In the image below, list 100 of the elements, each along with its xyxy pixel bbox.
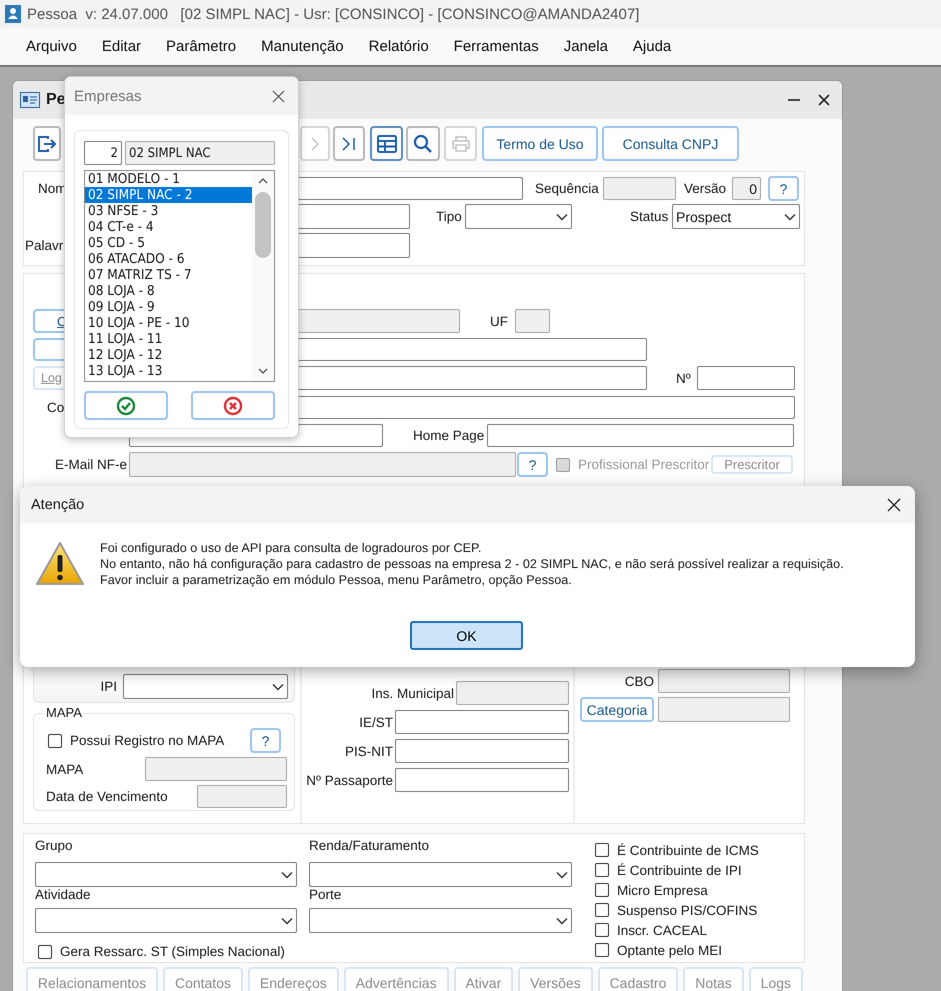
- close-icon[interactable]: [272, 90, 285, 102]
- checkbox[interactable]: [595, 843, 609, 857]
- cancel-button[interactable]: [191, 391, 275, 420]
- help-button[interactable]: ?: [517, 452, 548, 477]
- message-text: No entanto, não há configuração para cadastro de pessoas na empresa 2 - 02 SIMPL NAC, e não será possível realizar a requisição.: [100, 556, 844, 572]
- input-field[interactable]: [487, 424, 794, 447]
- card-icon: [20, 92, 40, 108]
- dropdown[interactable]: [309, 908, 572, 933]
- field-label: Co: [47, 400, 64, 415]
- toolbar-button[interactable]: [370, 126, 403, 161]
- input-field[interactable]: [395, 710, 569, 734]
- field-label: Grupo: [35, 838, 74, 853]
- field-label: IPI: [99, 679, 117, 694]
- toolbar-button[interactable]: [33, 126, 61, 161]
- message-text: Foi configurado o uso de API para consulta de logradouros por CEP.: [100, 540, 482, 556]
- field-label: PIS-NIT: [344, 744, 393, 758]
- checkbox-label: Inscr. CACEAL: [617, 922, 708, 938]
- checkbox-label: É Contribuinte de IPI: [617, 862, 742, 878]
- checkbox[interactable]: [48, 734, 62, 748]
- list-item[interactable]: 03 NFSE - 3: [85, 203, 252, 219]
- scrollbar[interactable]: [252, 171, 274, 381]
- list-item[interactable]: 08 LOJA - 8: [85, 283, 252, 299]
- list-item[interactable]: 06 ATACADO - 6: [85, 251, 252, 267]
- dropdown[interactable]: [465, 204, 572, 229]
- field-label: Data de Vencimento: [46, 789, 168, 804]
- list-item[interactable]: 12 LOJA - 12: [85, 347, 252, 363]
- dropdown[interactable]: Prospect: [672, 204, 800, 229]
- checkbox-label: Suspenso PIS/COFINS: [617, 902, 758, 918]
- scroll-thumb[interactable]: [255, 192, 271, 258]
- checkbox[interactable]: [595, 943, 609, 957]
- confirm-button[interactable]: [84, 391, 168, 420]
- cancel-icon: [223, 396, 243, 416]
- input-field[interactable]: [395, 739, 569, 763]
- warning-icon: [35, 541, 85, 587]
- close-icon[interactable]: [887, 498, 901, 512]
- field-label: IE/ST: [359, 714, 393, 730]
- chevron-icon: [556, 870, 568, 878]
- list-item[interactable]: 05 CD - 5: [85, 235, 252, 251]
- list-item[interactable]: 04 CT-e - 4: [85, 219, 252, 235]
- group-title: MAPA: [44, 705, 84, 720]
- field-label: Tipo: [436, 209, 463, 224]
- menu-item[interactable]: Parâmetro: [166, 38, 236, 55]
- checkbox-label: Micro Empresa: [617, 882, 708, 898]
- printer-icon: [450, 134, 470, 152]
- menu-item[interactable]: Arquivo: [26, 38, 77, 55]
- field-label: Nº Passaporte: [306, 772, 393, 788]
- exit-icon: [37, 134, 57, 152]
- chevron-down-icon[interactable]: [258, 368, 268, 375]
- input-field[interactable]: [395, 768, 569, 792]
- field-label: Atividade: [35, 887, 92, 902]
- category-button[interactable]: Categoria: [580, 697, 654, 722]
- field-label: MAPA: [46, 762, 84, 776]
- chevron-icon: [556, 212, 568, 220]
- dropdown[interactable]: [123, 674, 288, 699]
- chevron-up-icon[interactable]: [258, 177, 268, 184]
- input-field[interactable]: [697, 366, 795, 390]
- dropdown[interactable]: [309, 862, 572, 887]
- chevron-icon: [556, 916, 568, 924]
- dropdown[interactable]: [35, 862, 297, 887]
- menu-item[interactable]: Ferramentas: [454, 38, 539, 55]
- menu-item[interactable]: Editar: [102, 38, 142, 55]
- chevron-icon: [281, 916, 293, 924]
- ok-button[interactable]: OK: [410, 621, 523, 650]
- message-text: Favor incluir a parametrização em módulo Pessoa, menu Parâmetro, opção Pessoa.: [100, 572, 573, 588]
- checkbox[interactable]: [595, 863, 609, 877]
- field-label: Renda/Faturamento: [309, 838, 430, 853]
- checkbox[interactable]: [595, 903, 609, 917]
- field-label: UF: [490, 314, 509, 328]
- help-button[interactable]: ?: [250, 728, 281, 753]
- menu-item[interactable]: Janela: [564, 38, 608, 55]
- menu-item[interactable]: Manutenção: [261, 38, 344, 55]
- toolbar-button[interactable]: [333, 126, 365, 161]
- checkbox[interactable]: [595, 923, 609, 937]
- list-item[interactable]: 11 LOJA - 11: [85, 331, 252, 347]
- window-title: Pessoa v: 24.07.000 [02 SIMPL NAC] - Usr: [CONSINCO] - [CONSINCO@AMANDA2407]: [27, 6, 640, 22]
- toolbar-button[interactable]: Consulta CNPJ: [602, 126, 739, 161]
- list-item[interactable]: 07 MATRIZ TS - 7: [85, 267, 252, 283]
- menu-item[interactable]: Relatório: [368, 38, 429, 55]
- search-icon: [413, 134, 433, 154]
- dialog-title: Empresas: [74, 88, 142, 104]
- field-label: E-Mail NF-e: [54, 457, 127, 472]
- help-button[interactable]: ?: [768, 176, 799, 201]
- close-icon[interactable]: [818, 94, 830, 106]
- skip-to-end-icon: [341, 136, 357, 152]
- dropdown[interactable]: [35, 908, 297, 933]
- person-icon: [5, 5, 21, 23]
- checkbox[interactable]: [595, 883, 609, 897]
- checkbox-label: Possui Registro no MAPA: [70, 733, 224, 748]
- list-item[interactable]: 02 SIMPL NAC - 2: [85, 187, 252, 203]
- list-item[interactable]: 01 MODELO - 1: [85, 171, 252, 187]
- window-title: Pe: [46, 91, 66, 109]
- toolbar-button[interactable]: Termo de Uso: [482, 126, 598, 161]
- code-field[interactable]: 2: [84, 141, 122, 165]
- field-label: Nº: [676, 370, 692, 386]
- table-icon: [376, 134, 396, 152]
- toolbar-button[interactable]: [406, 126, 440, 161]
- chevron-icon: [281, 870, 293, 878]
- menu-item[interactable]: Ajuda: [632, 38, 672, 55]
- field-label: Ins. Municipal: [371, 686, 454, 700]
- checkbox[interactable]: [38, 944, 52, 958]
